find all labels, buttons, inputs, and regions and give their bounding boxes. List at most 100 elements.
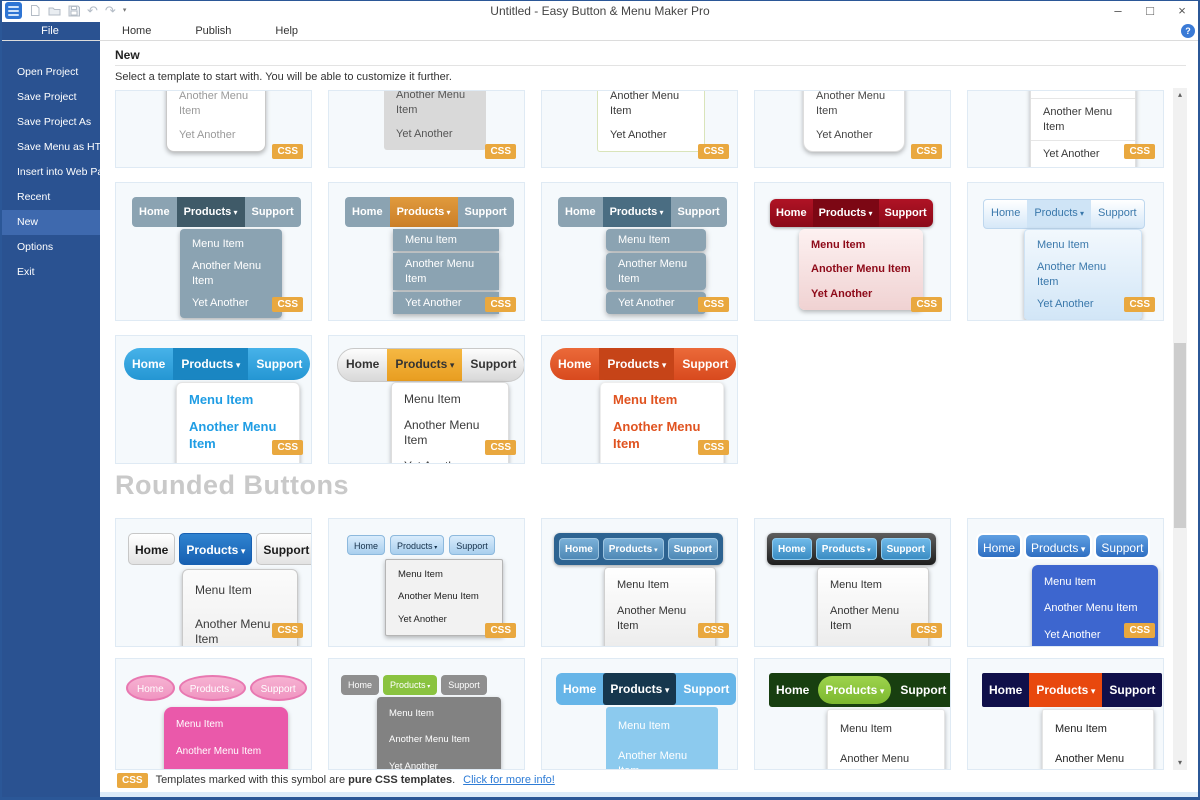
css-badge: CSS [1124, 623, 1155, 638]
template-card-r3c2[interactable]: HomeProducts ▾SupportMenu ItemAnother Me… [328, 335, 525, 464]
preview-dropdown: Menu ItemAnother Menu ItemYet Another [377, 697, 501, 770]
customize-toolbar-icon[interactable]: ▾ [123, 6, 127, 16]
template-card-r5c3[interactable]: HomeProducts ▾SupportMenu ItemAnother Me… [541, 658, 738, 770]
caret-down-icon: ▾ [229, 687, 234, 694]
sidebar-item-open-project[interactable]: Open Project [0, 60, 100, 85]
open-folder-icon[interactable] [48, 5, 61, 17]
preview-dropdown-item: Another Menu Item [1031, 98, 1135, 140]
sidebar-item-save-project[interactable]: Save Project [0, 85, 100, 110]
css-badge: CSS [911, 297, 942, 312]
preview-dropdown-item: Yet Another [384, 122, 486, 146]
preview-dropdown-item: Menu Item [392, 387, 508, 413]
preview-menu-item: Home [126, 675, 175, 701]
scroll-down-icon[interactable]: ▾ [1173, 756, 1187, 770]
sidebar-item-save-menu-as-html[interactable]: Save Menu as HTML [0, 135, 100, 160]
maximize-button[interactable]: □ [1134, 0, 1166, 22]
template-card-r4c1[interactable]: HomeProducts ▾SupportMenu ItemAnother Me… [115, 518, 312, 647]
close-button[interactable]: × [1166, 0, 1198, 22]
preview-menu-item: Home [338, 349, 387, 381]
preview-dropdown-item: Another Menu Item [606, 741, 718, 770]
scroll-up-icon[interactable]: ▴ [1173, 88, 1187, 102]
preview-menubar: HomeProducts ▾Support [770, 199, 933, 227]
tab-file[interactable]: File [0, 22, 100, 40]
preview-dropdown-item: Yet Another [1031, 140, 1135, 167]
template-card-r3c1[interactable]: HomeProducts ▾SupportMenu ItemAnother Me… [115, 335, 312, 464]
template-card-r2c2[interactable]: HomeProducts ▾SupportMenu ItemAnother Me… [328, 182, 525, 321]
preview-menu-item: Home [770, 199, 813, 227]
preview-menu-item: Home [347, 535, 385, 555]
template-card-r1c4[interactable]: Menu ItemAnother Menu ItemYet AnotherCSS [754, 90, 951, 168]
window-title: Untitled - Easy Button & Menu Maker Pro [0, 0, 1200, 22]
more-info-link[interactable]: Click for more info! [463, 774, 555, 786]
sidebar-item-recent[interactable]: Recent [0, 185, 100, 210]
preview-dropdown-item: Menu Item [377, 701, 501, 727]
undo-icon[interactable]: ↶ [87, 5, 98, 17]
template-card-r1c1[interactable]: Menu ItemAnother Menu ItemYet AnotherCSS [115, 90, 312, 168]
save-icon[interactable] [68, 5, 80, 17]
minimize-button[interactable]: – [1102, 0, 1134, 22]
preview-menu-item: Support [671, 197, 727, 227]
sidebar-item-new[interactable]: New [0, 210, 100, 235]
template-card-r2c3[interactable]: HomeProducts ▾SupportMenu ItemAnother Me… [541, 182, 738, 321]
scrollbar-thumb[interactable] [1174, 343, 1186, 528]
css-badge: CSS [272, 297, 303, 312]
template-card-r1c2[interactable]: Menu ItemAnother Menu ItemYet AnotherCSS [328, 90, 525, 168]
preview-menu-item: Support [256, 533, 312, 565]
template-card-r2c4[interactable]: HomeProducts ▾SupportMenu ItemAnother Me… [754, 182, 951, 321]
caret-down-icon: ▾ [1088, 686, 1095, 696]
template-card-r4c5[interactable]: HomeProducts ▾SupportMenu ItemAnother Me… [967, 518, 1164, 647]
preview-dropdown-item: Yet Another [804, 123, 904, 147]
template-card-r4c3[interactable]: HomeProducts ▾SupportMenu ItemAnother Me… [541, 518, 738, 647]
preview-dropdown-item: Another Menu Item [1025, 256, 1141, 293]
preview-menu-item: Home [559, 538, 599, 560]
preview-dropdown-item: Another Menu Item [804, 90, 904, 123]
preview-dropdown-item: Another Menu Item [164, 738, 288, 765]
sidebar-item-save-project-as[interactable]: Save Project As [0, 110, 100, 135]
template-card-r1c3[interactable]: Menu ItemAnother Menu ItemYet AnotherCSS [541, 90, 738, 168]
section-heading: Rounded Buttons [115, 470, 349, 501]
template-card-r1c5[interactable]: Menu ItemAnother Menu ItemYet AnotherCSS [967, 90, 1164, 168]
preview-dropdown-item: Menu Item [1025, 234, 1141, 256]
template-card-r5c2[interactable]: HomeProducts ▾SupportMenu ItemAnother Me… [328, 658, 525, 770]
tab-help[interactable]: Help [253, 22, 320, 40]
vertical-scrollbar[interactable]: ▴ ▾ [1173, 88, 1187, 770]
template-card-r5c4[interactable]: HomeProducts ▾SupportMenu ItemAnother Me… [754, 658, 951, 770]
preview-menubar: HomeProducts ▾Support [341, 675, 487, 695]
template-card-r2c1[interactable]: HomeProducts ▾SupportMenu ItemAnother Me… [115, 182, 312, 321]
css-badge: CSS [1124, 144, 1155, 159]
help-icon[interactable]: ? [1181, 24, 1195, 38]
sidebar-item-exit[interactable]: Exit [0, 260, 100, 285]
template-card-r4c2[interactable]: HomeProducts ▾SupportMenu ItemAnother Me… [328, 518, 525, 647]
template-card-r4c4[interactable]: HomeProducts ▾SupportMenu ItemAnother Me… [754, 518, 951, 647]
caret-down-icon: ▾ [433, 545, 438, 551]
preview-dropdown-item: Yet Another [377, 754, 501, 770]
preview-menubar: HomeProducts ▾Support [132, 197, 301, 227]
preview-menu-item: Products ▾ [177, 197, 245, 227]
sidebar-item-insert-into-web-page[interactable]: Insert into Web Page [0, 160, 100, 185]
preview-dropdown: Menu ItemAnother Menu ItemYet Another [393, 229, 499, 316]
app-icon[interactable] [5, 2, 22, 19]
template-card-r5c5[interactable]: HomeProducts ▾SupportMenu ItemAnother Me… [967, 658, 1164, 770]
preview-dropdown-item: Yet Another [605, 639, 715, 647]
css-badge: CSS [272, 623, 303, 638]
preview-menubar: HomeProducts ▾Support [337, 348, 525, 382]
preview-menu-item: Products ▾ [603, 673, 676, 705]
redo-icon[interactable]: ↷ [105, 5, 116, 17]
preview-menubar: HomeProducts ▾Support [769, 673, 951, 707]
preview-dropdown-item: Menu Item [606, 229, 706, 251]
preview-menu-item: Support [674, 348, 736, 380]
preview-menu-item: Home [982, 673, 1029, 707]
template-card-r2c5[interactable]: HomeProducts ▾SupportMenu ItemAnother Me… [967, 182, 1164, 321]
preview-dropdown-item: Menu Item [605, 572, 715, 598]
preview-menu-item: Support [1102, 673, 1162, 707]
template-card-r3c3[interactable]: HomeProducts ▾SupportMenu ItemAnother Me… [541, 335, 738, 464]
preview-dropdown: Menu ItemAnother Menu ItemYet Another [180, 229, 282, 318]
preview-dropdown-item: Another Menu Item [384, 90, 486, 122]
tab-home[interactable]: Home [100, 22, 173, 40]
template-card-r5c1[interactable]: HomeProducts ▾SupportMenu ItemAnother Me… [115, 658, 312, 770]
tab-publish[interactable]: Publish [173, 22, 253, 40]
preview-dropdown: Menu ItemAnother Menu ItemYet Another [803, 90, 905, 152]
preview-dropdown: Menu ItemAnother Menu ItemYet Another [164, 707, 288, 770]
sidebar-item-options[interactable]: Options [0, 235, 100, 260]
new-file-icon[interactable] [29, 4, 41, 17]
